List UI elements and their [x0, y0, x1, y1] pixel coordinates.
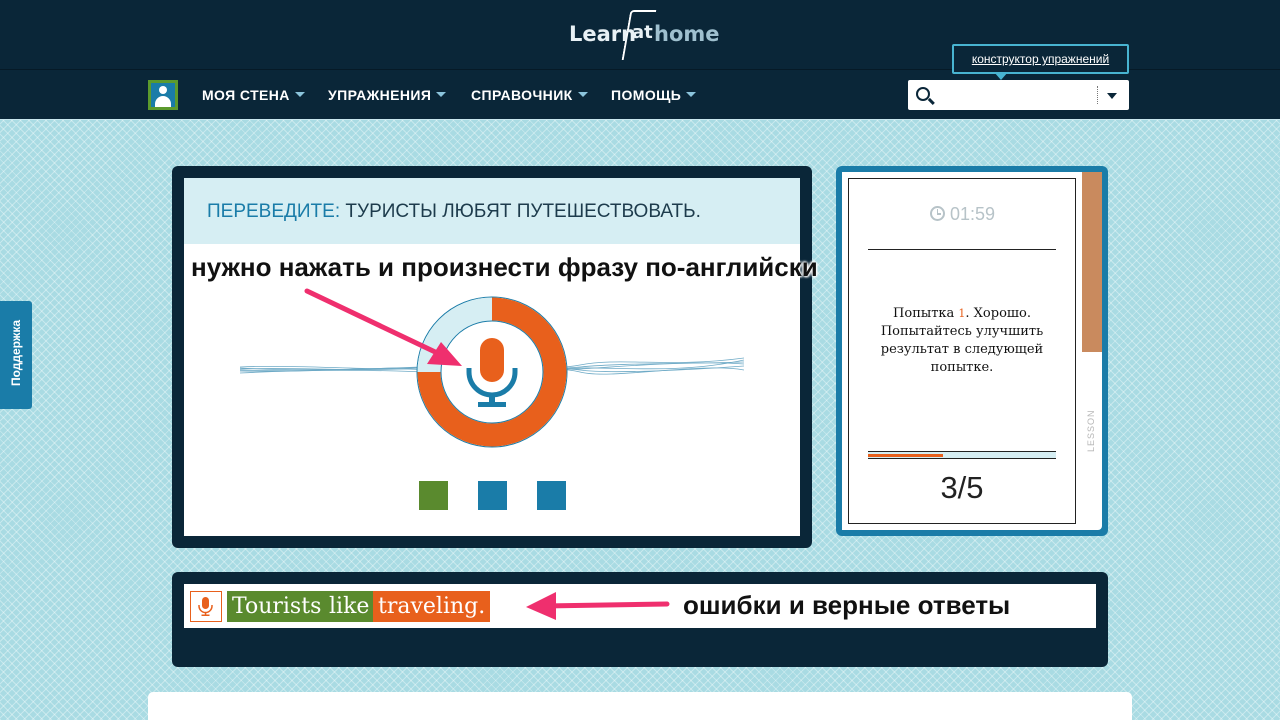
logo-home: home [654, 22, 720, 46]
lesson-progress-fill [868, 454, 944, 457]
lesson-side-label: LESSON [1086, 409, 1096, 452]
logo-at: at [632, 22, 653, 43]
chevron-down-icon [686, 91, 697, 97]
exercise-builder-link[interactable]: конструктор упражнений [952, 44, 1129, 80]
attempt-indicator [478, 481, 507, 510]
learnathome-logo[interactable]: Learn at home [568, 8, 720, 60]
nav-my-wall-label: МОЯ СТЕНА [202, 87, 290, 103]
attempt-indicator [419, 481, 448, 510]
attempt-indicator [537, 481, 566, 510]
answer-word[interactable]: traveling. [373, 591, 491, 622]
search-box[interactable] [908, 80, 1129, 110]
nav-exercises-label: УПРАЖНЕНИЯ [328, 87, 432, 103]
chevron-down-icon [436, 91, 447, 97]
nav-my-wall[interactable]: МОЯ СТЕНА [202, 87, 305, 105]
attempt-feedback: Попытка 1. Хорошо. Попытайтесь улучшить … [868, 305, 1056, 377]
chevron-down-icon [294, 91, 305, 97]
nav-help-label: ПОМОЩЬ [611, 87, 682, 103]
chevron-down-icon [577, 91, 588, 97]
clock-icon [930, 206, 945, 221]
annotation-errors-and-answers: ошибки и верные ответы [683, 590, 1011, 620]
annotation-press-and-speak: нужно нажать и произнести фразу по-англи… [191, 252, 818, 282]
nav-reference-label: СПРАВОЧНИК [471, 87, 573, 103]
nav-help[interactable]: ПОМОЩЬ [611, 87, 697, 105]
divider [868, 249, 1056, 250]
timer-value: 01:59 [950, 204, 996, 224]
nav-reference[interactable]: СПРАВОЧНИК [471, 87, 588, 105]
timer: 01:59 [930, 204, 1000, 225]
user-icon [151, 83, 175, 107]
task-counter: 3/5 [940, 470, 984, 505]
support-tab-label: Поддержка [9, 319, 23, 387]
lesson-progress-bar [868, 451, 1056, 459]
prompt-text: ПЕРЕВЕДИТЕ: ТУРИСТЫ ЛЮБЯТ ПУТЕШЕСТВОВАТЬ… [207, 201, 701, 223]
search-icon [916, 87, 930, 101]
record-button[interactable] [416, 296, 568, 448]
lesson-side-tab[interactable]: LESSON [1080, 352, 1102, 530]
user-avatar[interactable] [148, 80, 178, 110]
lesson-bookmark [1082, 172, 1102, 352]
prompt-sentence: ТУРИСТЫ ЛЮБЯТ ПУТЕШЕСТВОВАТЬ. [345, 201, 701, 222]
microphone-icon [198, 597, 213, 616]
answer-word[interactable]: Tourists [227, 591, 327, 622]
support-tab[interactable]: Поддержка [0, 301, 32, 409]
search-divider [1097, 86, 1098, 104]
feedback-pre: Попытка [893, 306, 959, 321]
exercise-prompt: ПЕРЕВЕДИТЕ: ТУРИСТЫ ЛЮБЯТ ПУТЕШЕСТВОВАТЬ… [184, 178, 800, 244]
nav-exercises[interactable]: УПРАЖНЕНИЯ [328, 87, 447, 105]
answer-word[interactable]: like [324, 591, 375, 622]
search-dropdown-icon[interactable] [1107, 93, 1117, 99]
content-card [148, 692, 1132, 720]
answer-mic-button[interactable] [190, 591, 222, 622]
prompt-key: ПЕРЕВЕДИТЕ: [207, 201, 341, 222]
logo-learn: Learn [569, 22, 637, 46]
